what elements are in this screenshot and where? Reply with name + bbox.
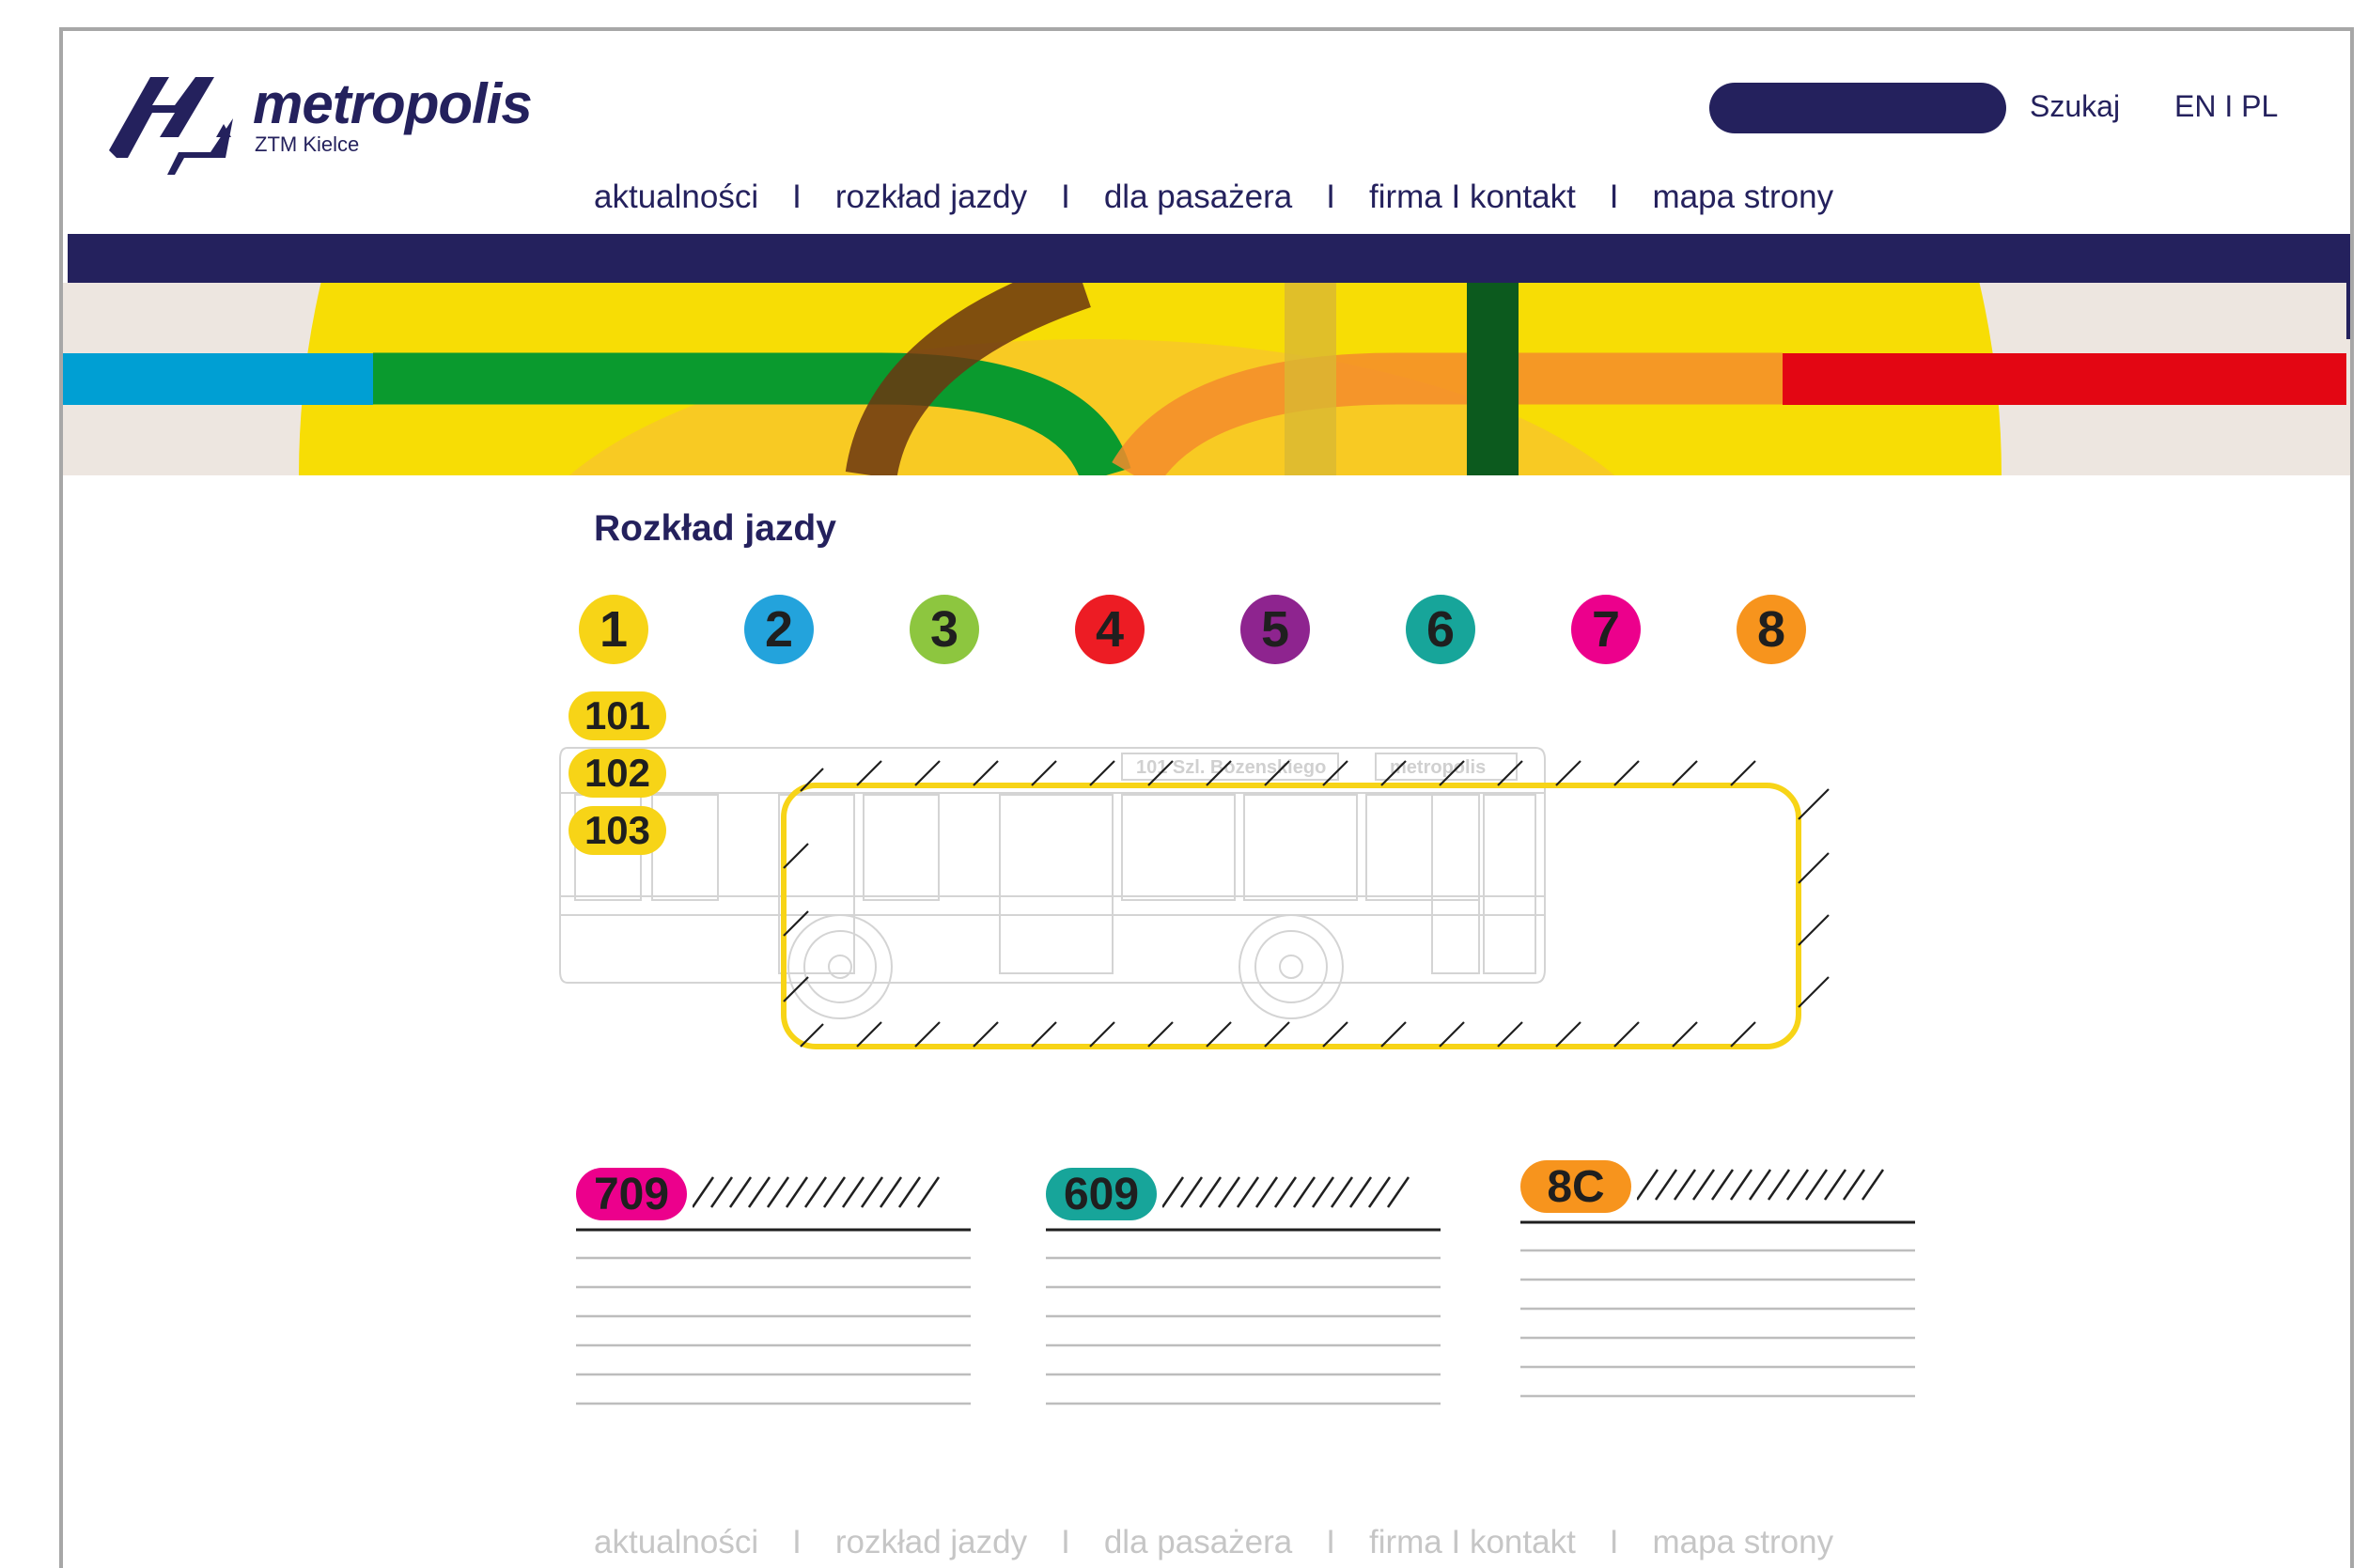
bus-illustration: 101 Szl. Bozenskiego metropolis — [559, 747, 1830, 1049]
page-frame: metropolis ZTM Kielce Szukaj EN I PL akt… — [59, 27, 2354, 1568]
footer-nav-item-sitemap[interactable]: mapa strony — [1653, 1524, 1834, 1561]
page-title: Rozkład jazdy — [594, 508, 836, 549]
line-8-button[interactable]: 8 — [1737, 595, 1806, 664]
brand-name[interactable]: metropolis — [253, 71, 533, 136]
nav-separator: I — [792, 1524, 802, 1560]
main-nav: aktualności Irozkład jazdy Idla pasażera If… — [594, 179, 1833, 216]
line-4-button[interactable]: 4 — [1075, 595, 1145, 664]
footer-nav: aktualności Irozkład jazdy Idla pasażera If… — [594, 1524, 1833, 1561]
line-102-button[interactable]: 102 — [569, 749, 666, 798]
nav-item-news[interactable]: aktualności — [594, 179, 758, 216]
nav-item-for-passengers[interactable]: dla pasażera — [1104, 179, 1292, 216]
line-1-button[interactable]: 1 — [579, 595, 648, 664]
nav-separator: I — [1061, 179, 1070, 215]
footer-nav-item-company-contact[interactable]: firma I kontakt — [1369, 1524, 1576, 1561]
banner-illustration — [63, 283, 2350, 475]
route-609-badge[interactable]: 609 — [1046, 1168, 1157, 1220]
line-6-button[interactable]: 6 — [1406, 595, 1475, 664]
nav-item-timetable[interactable]: rozkład jazdy — [835, 179, 1027, 216]
metropolis-logo-icon[interactable] — [109, 77, 233, 177]
header-bar — [68, 234, 2350, 283]
search-button[interactable]: Szukaj — [2030, 89, 2120, 124]
language-switcher: EN I PL — [2174, 89, 2278, 124]
bus-brand-sign: metropolis — [1390, 757, 1486, 778]
nav-separator: I — [1609, 1524, 1619, 1560]
language-en-link[interactable]: EN — [2174, 89, 2216, 123]
nav-separator: I — [1326, 179, 1335, 215]
route-hatch-icon — [1162, 1176, 1410, 1208]
language-pl-link[interactable]: PL — [2241, 89, 2278, 123]
search-input[interactable] — [1709, 83, 2006, 133]
brand-subtitle: ZTM Kielce — [255, 132, 360, 156]
route-8c-badge[interactable]: 8C — [1520, 1160, 1631, 1213]
route-stop-lines — [1046, 1228, 1441, 1405]
nav-item-sitemap[interactable]: mapa strony — [1653, 179, 1834, 216]
route-hatch-icon — [693, 1176, 941, 1208]
nav-separator: I — [1326, 1524, 1335, 1560]
route-709-badge[interactable]: 709 — [576, 1168, 687, 1220]
line-2-button[interactable]: 2 — [744, 595, 814, 664]
route-hatch-icon — [1637, 1169, 1885, 1201]
nav-separator: I — [1609, 179, 1619, 215]
route-stop-lines — [576, 1228, 971, 1405]
line-101-button[interactable]: 101 — [569, 691, 666, 740]
footer-nav-item-for-passengers[interactable]: dla pasażera — [1104, 1524, 1292, 1561]
nav-separator: I — [1061, 1524, 1070, 1560]
line-103-button[interactable]: 103 — [569, 806, 666, 855]
nav-separator: I — [792, 179, 802, 215]
line-7-button[interactable]: 7 — [1571, 595, 1641, 664]
nav-item-company-contact[interactable]: firma I kontakt — [1369, 179, 1576, 216]
route-stop-lines — [1520, 1220, 1915, 1398]
line-3-button[interactable]: 3 — [910, 595, 979, 664]
footer-nav-item-timetable[interactable]: rozkład jazdy — [835, 1524, 1027, 1561]
bus-destination-sign: 101 Szl. Bozenskiego — [1136, 757, 1326, 778]
line-5-button[interactable]: 5 — [1240, 595, 1310, 664]
language-separator: I — [2216, 89, 2242, 123]
hatch-marks — [783, 760, 1830, 1048]
footer-nav-item-news[interactable]: aktualności — [594, 1524, 758, 1561]
